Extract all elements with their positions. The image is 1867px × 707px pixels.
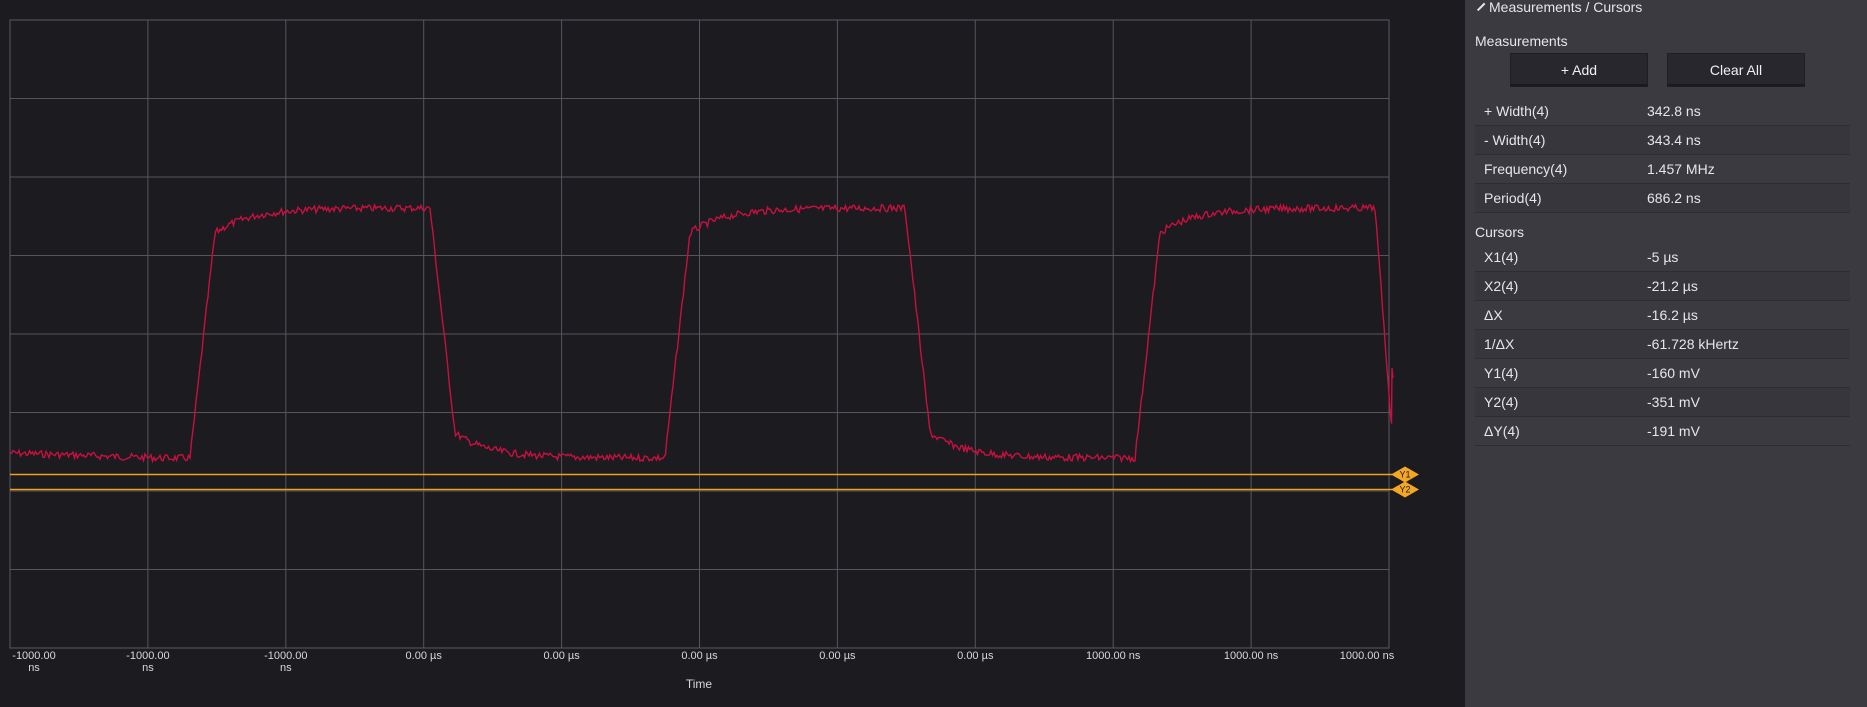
y2-cursor-marker[interactable]: Y2	[1391, 481, 1419, 498]
measurement-label: + Width(4)	[1484, 103, 1549, 119]
measurement-label: Frequency(4)	[1484, 161, 1568, 177]
x-tick-label: 0.00 µs	[681, 650, 718, 662]
cursor-value: -61.728 kHertz	[1647, 336, 1739, 352]
x-tick-label: -1000.00	[126, 650, 169, 662]
panel-title: Measurements / Cursors	[1489, 0, 1643, 15]
x-axis-title: Time	[686, 677, 713, 691]
y1-cursor-marker[interactable]: Y1	[1391, 466, 1419, 483]
measurement-value: 342.8 ns	[1647, 103, 1701, 119]
cursor-row[interactable]: Y2(4) -351 mV	[1475, 388, 1850, 417]
cursor-label: X2(4)	[1484, 278, 1519, 294]
measurement-row[interactable]: + Width(4) 342.8 ns	[1475, 97, 1850, 126]
cursors-table: X1(4) -5 µs X2(4) -21.2 µs ΔX -16.2 µs 1…	[1475, 243, 1850, 446]
x-tick-label: 1000.00 ns	[1086, 650, 1141, 662]
cursor-value: -160 mV	[1647, 365, 1700, 381]
x-tick-unit: ns	[142, 662, 154, 674]
x-tick-label: 0.00 µs	[543, 650, 580, 662]
measurement-value: 343.4 ns	[1647, 132, 1701, 148]
cursor-value: -351 mV	[1647, 394, 1700, 410]
cursor-row[interactable]: 1/ΔX -61.728 kHertz	[1475, 330, 1850, 359]
measurements-cursors-panel: Measurements / Cursors Measurements + Ad…	[1465, 0, 1867, 707]
cursors-section-label: Cursors	[1475, 224, 1525, 240]
y2-marker-label: Y2	[1399, 485, 1410, 495]
x-tick-label: 0.00 µs	[406, 650, 443, 662]
x-tick-label: 0.00 µs	[957, 650, 994, 662]
cursor-value: -5 µs	[1647, 249, 1679, 265]
cursor-value: -21.2 µs	[1647, 278, 1698, 294]
measurement-label: Period(4)	[1484, 190, 1542, 206]
panel-header[interactable]: Measurements / Cursors	[1475, 0, 1853, 14]
cursor-label: ΔY(4)	[1484, 423, 1520, 439]
oscilloscope-app: Y1 Y2 -1000.00 ns -1000.00 ns -1000.00 ns 0.00…	[0, 0, 1867, 707]
x-tick-label: -1000.00	[12, 650, 55, 662]
cursor-row[interactable]: ΔX -16.2 µs	[1475, 301, 1850, 330]
measurement-row[interactable]: Frequency(4) 1.457 MHz	[1475, 155, 1850, 184]
measurement-buttons: + Add Clear All	[1510, 53, 1853, 87]
waveform-canvas[interactable]: Y1 Y2 -1000.00ns-1000.00ns-1000.00ns0.00…	[0, 0, 1465, 707]
cursor-row[interactable]: X2(4) -21.2 µs	[1475, 272, 1850, 301]
measurement-row[interactable]: Period(4) 686.2 ns	[1475, 184, 1850, 213]
add-measurement-button[interactable]: + Add	[1510, 53, 1648, 87]
cursor-value: -191 mV	[1647, 423, 1700, 439]
cursor-value: -16.2 µs	[1647, 307, 1698, 323]
waveform-plot[interactable]: Y1 Y2 -1000.00 ns -1000.00 ns -1000.00 ns 0.00…	[0, 0, 1465, 707]
x-tick-label: 1000.00 ns	[1224, 650, 1279, 662]
clear-all-button[interactable]: Clear All	[1667, 53, 1805, 87]
y1-marker-label: Y1	[1399, 470, 1410, 480]
expand-arrow-icon[interactable]	[1475, 2, 1485, 12]
x-axis-ticks: -1000.00ns-1000.00ns-1000.00ns0.00 µs 0.0…	[12, 650, 1394, 674]
x-tick-unit: ns	[28, 662, 40, 674]
measurement-label: - Width(4)	[1484, 132, 1546, 148]
measurements-section-label: Measurements	[1475, 33, 1568, 49]
cursor-row[interactable]: Y1(4) -160 mV	[1475, 359, 1850, 388]
x-tick-label: 0.00 µs	[819, 650, 856, 662]
x-tick-label: -1000.00	[264, 650, 307, 662]
measurement-value: 1.457 MHz	[1647, 161, 1715, 177]
cursor-label: ΔX	[1484, 307, 1503, 323]
channel-4-waveform	[9, 202, 1394, 464]
cursor-row[interactable]: ΔY(4) -191 mV	[1475, 417, 1850, 446]
cursor-label: Y2(4)	[1484, 394, 1519, 410]
measurement-value: 686.2 ns	[1647, 190, 1701, 206]
measurements-table: + Width(4) 342.8 ns - Width(4) 343.4 ns …	[1475, 97, 1850, 213]
cursor-label: Y1(4)	[1484, 365, 1519, 381]
grid	[10, 20, 1389, 648]
x-tick-label: 1000.00 ns	[1340, 650, 1395, 662]
cursor-label: 1/ΔX	[1484, 336, 1515, 352]
measurement-row[interactable]: - Width(4) 343.4 ns	[1475, 126, 1850, 155]
cursor-row[interactable]: X1(4) -5 µs	[1475, 243, 1850, 272]
x-tick-unit: ns	[280, 662, 292, 674]
cursor-label: X1(4)	[1484, 249, 1519, 265]
